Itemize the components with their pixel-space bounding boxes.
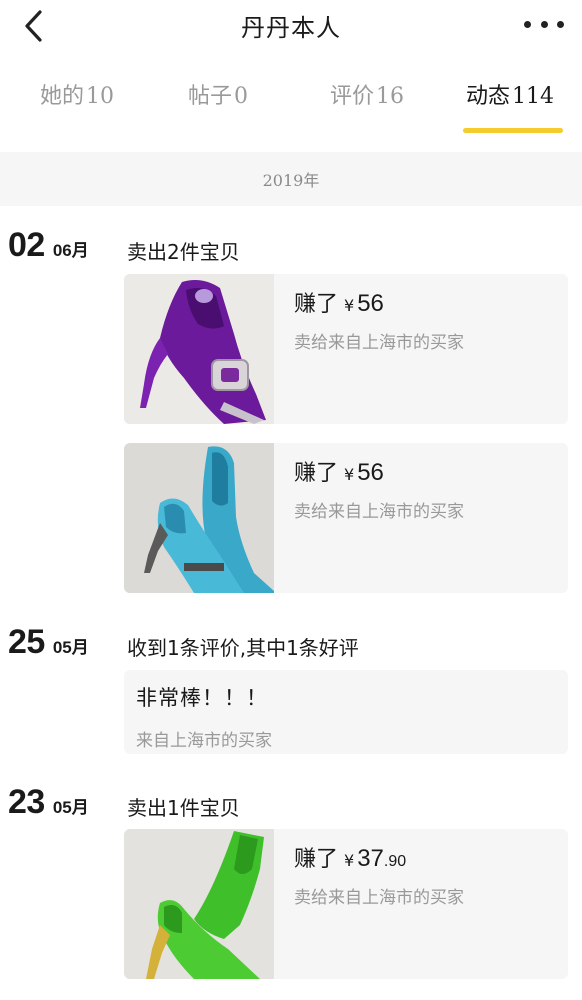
amount-value: 56 [357, 459, 384, 486]
earned-label: 赚了 [294, 292, 339, 317]
entry-day: 02 [8, 226, 45, 264]
product-image [124, 829, 274, 979]
more-dot-icon [540, 20, 548, 28]
entry-title: 收到1条评价,其中1条好评 [127, 636, 359, 660]
tab-count: 10 [86, 84, 115, 109]
product-image [124, 443, 274, 593]
amount-value: 37 [357, 845, 384, 872]
currency-symbol: ¥ [344, 296, 355, 315]
review-text: 非常棒！！！ [136, 686, 268, 710]
entry-title: 卖出1件宝贝 [127, 796, 240, 820]
product-image [124, 274, 274, 424]
page-title: 丹丹本人 [241, 14, 341, 42]
year-label: 2019年 [262, 171, 320, 190]
more-dot-icon [524, 20, 531, 28]
entry-date: 23 05月 [8, 783, 89, 822]
tab-activity[interactable]: 动态114 [466, 78, 554, 110]
entry-month: 05月 [52, 798, 89, 817]
tab-count: 114 [512, 84, 555, 109]
sold-item-card[interactable]: 赚了 ¥ 56 卖给来自上海市的买家 [124, 443, 568, 593]
entry-title: 卖出2件宝贝 [127, 240, 240, 264]
reviewer-info: 来自上海市的买家 [136, 731, 272, 751]
tab-hers[interactable]: 她的10 [40, 78, 114, 110]
entry-day: 25 [8, 623, 45, 661]
earned-amount: 赚了 ¥ 56 [294, 455, 384, 487]
entry-month: 06月 [52, 241, 89, 260]
top-nav-bar: 丹丹本人 [0, 0, 582, 52]
currency-symbol: ¥ [344, 465, 355, 484]
buyer-info: 卖给来自上海市的买家 [294, 888, 464, 908]
tab-posts[interactable]: 帖子0 [188, 78, 248, 110]
tab-reviews[interactable]: 评价16 [330, 78, 404, 110]
amount-value: 56 [357, 290, 384, 317]
tab-label: 她的 [40, 84, 85, 109]
sold-item-card[interactable]: 赚了 ¥ 37 .90 卖给来自上海市的买家 [124, 829, 568, 979]
entry-date: 25 05月 [8, 623, 89, 662]
tab-label: 帖子 [188, 84, 233, 109]
tab-count: 0 [234, 84, 249, 109]
review-card[interactable]: 非常棒！！！ 来自上海市的买家 [124, 670, 568, 754]
entry-month: 05月 [52, 638, 89, 657]
tab-bar: 她的10 帖子0 评价16 动态114 [0, 66, 582, 136]
year-separator: 2019年 [0, 152, 582, 206]
more-options-button[interactable] [524, 16, 564, 32]
tab-count: 16 [376, 84, 405, 109]
buyer-info: 卖给来自上海市的买家 [294, 333, 464, 353]
entry-date: 02 06月 [8, 226, 89, 265]
tab-label: 动态 [466, 84, 511, 109]
earned-amount: 赚了 ¥ 37 .90 [294, 841, 406, 873]
currency-symbol: ¥ [344, 851, 355, 870]
earned-label: 赚了 [294, 461, 339, 486]
entry-day: 23 [8, 783, 45, 821]
tab-label: 评价 [330, 84, 375, 109]
more-dot-icon [557, 20, 564, 28]
earned-label: 赚了 [294, 847, 339, 872]
amount-decimals: .90 [383, 853, 407, 870]
buyer-info: 卖给来自上海市的买家 [294, 502, 464, 522]
active-tab-indicator [463, 128, 563, 133]
earned-amount: 赚了 ¥ 56 [294, 286, 384, 318]
sold-item-card[interactable]: 赚了 ¥ 56 卖给来自上海市的买家 [124, 274, 568, 424]
